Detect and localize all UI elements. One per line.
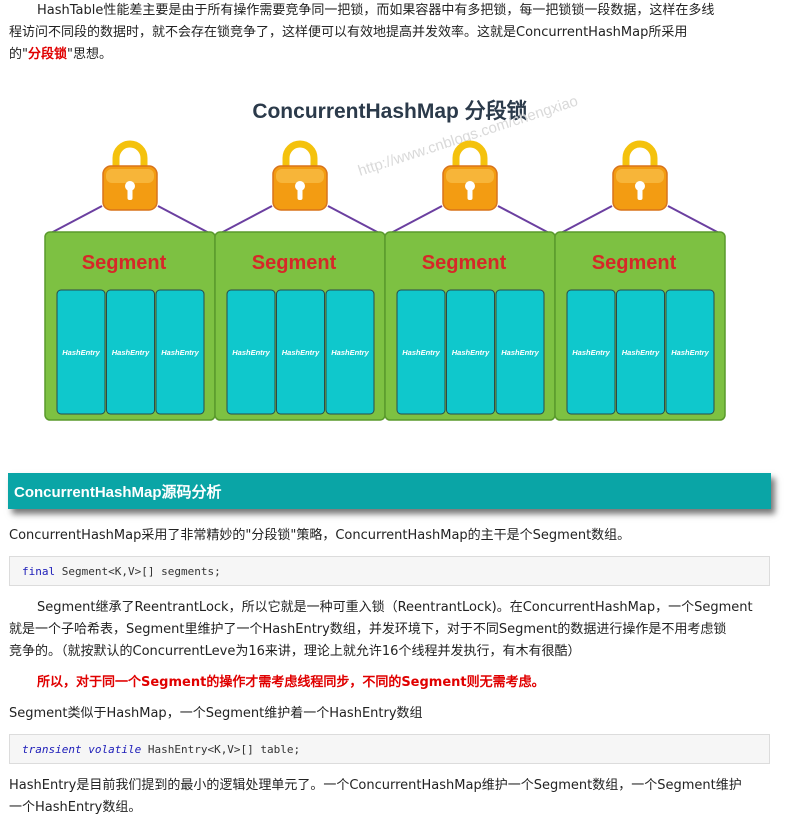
hash-entry-label: HashEntry [232, 348, 270, 357]
paragraph-4-line-1: HashEntry是目前我们提到的最小的逻辑处理单元了。一个Concurrent… [9, 778, 742, 793]
connector-line [667, 205, 722, 235]
segment-label: Segment [82, 252, 167, 274]
segment-lock-diagram: ConcurrentHashMap 分段锁 http://www.cnblogs… [40, 86, 740, 426]
code-2-rest: HashEntry<K,V>[] table; [141, 743, 301, 756]
intro-highlight: 分段锁 [27, 47, 67, 62]
paragraph-2-line-2: 就是一个子哈希表，Segment里维护了一个HashEntry数组，并发环境下，… [9, 622, 727, 637]
lock-highlight [616, 169, 664, 183]
hash-entry-label: HashEntry [62, 348, 100, 357]
intro-line-3: 的"分段锁"思想。 [9, 44, 779, 66]
code-2-keyword-1: transient [22, 743, 82, 756]
segment-label: Segment [592, 252, 677, 274]
connector-line [497, 205, 552, 235]
hash-entry-label: HashEntry [572, 348, 610, 357]
intro-line-1: HashTable性能差主要是由于所有操作需要竞争同一把锁，而如果容器中有多把锁… [37, 3, 715, 18]
lock-highlight [106, 169, 154, 183]
connector-line [327, 205, 382, 235]
lock-keyhole-slot [467, 188, 473, 200]
segment-lock-svg: ConcurrentHashMap 分段锁 http://www.cnblogs… [44, 93, 726, 421]
hash-entry-label: HashEntry [282, 348, 320, 357]
figure-title: ConcurrentHashMap 分段锁 [252, 99, 527, 123]
lock-keyhole-slot [127, 188, 133, 200]
paragraph-3: Segment类似于HashMap，一个Segment维护着一个HashEntr… [9, 706, 423, 721]
code-block-1: final Segment<K,V>[] segments; [9, 556, 770, 586]
hash-entry-label: HashEntry [112, 348, 150, 357]
connector-line [157, 205, 212, 235]
connector-line [388, 205, 443, 235]
hash-entry-label: HashEntry [671, 348, 709, 357]
section-heading-bar: ConcurrentHashMap源码分析 [8, 473, 771, 509]
paragraph-2-line-3: 竞争的。（就按默认的ConcurrentLeve为16来讲，理论上就允许16个线… [9, 644, 581, 659]
code-1-rest: Segment<K,V>[] segments; [55, 565, 221, 578]
intro-line-2: 程访问不同段的数据时，就不会存在锁竞争了，这样便可以有效地提高并发效率。这就是C… [9, 25, 688, 40]
connector-line [218, 205, 273, 235]
hash-entry-label: HashEntry [452, 348, 490, 357]
lock-keyhole-slot [637, 188, 643, 200]
emphasis-text: 所以，对于同一个Segment的操作才需考虑线程同步，不同的Segment则无需… [37, 675, 545, 690]
lock-highlight [276, 169, 324, 183]
hash-entry-label: HashEntry [331, 348, 369, 357]
hash-entry-label: HashEntry [402, 348, 440, 357]
paragraph-4-line-2: 一个HashEntry数组。 [9, 800, 142, 815]
paragraph-2-line-1: Segment继承了ReentrantLock，所以它就是一种可重入锁（Reen… [37, 600, 753, 615]
intro-line-3-prefix: 的" [9, 47, 28, 62]
hash-entry-label: HashEntry [161, 348, 199, 357]
lock-keyhole-slot [297, 188, 303, 200]
hash-entry-label: HashEntry [622, 348, 660, 357]
connector-line [558, 205, 613, 235]
code-block-2: transient volatile HashEntry<K,V>[] tabl… [9, 734, 770, 764]
section-heading: ConcurrentHashMap源码分析 [14, 484, 222, 501]
segment-label: Segment [422, 252, 507, 274]
code-2-keyword-2: volatile [88, 743, 142, 756]
connector-line [48, 205, 103, 235]
lock-highlight [446, 169, 494, 183]
intro-line-3-suffix: "思想。 [67, 47, 112, 62]
segment-label: Segment [252, 252, 337, 274]
hash-entry-label: HashEntry [501, 348, 539, 357]
paragraph-1: ConcurrentHashMap采用了非常精妙的"分段锁"策略，Concurr… [9, 528, 631, 543]
code-1-keyword: final [22, 565, 56, 578]
